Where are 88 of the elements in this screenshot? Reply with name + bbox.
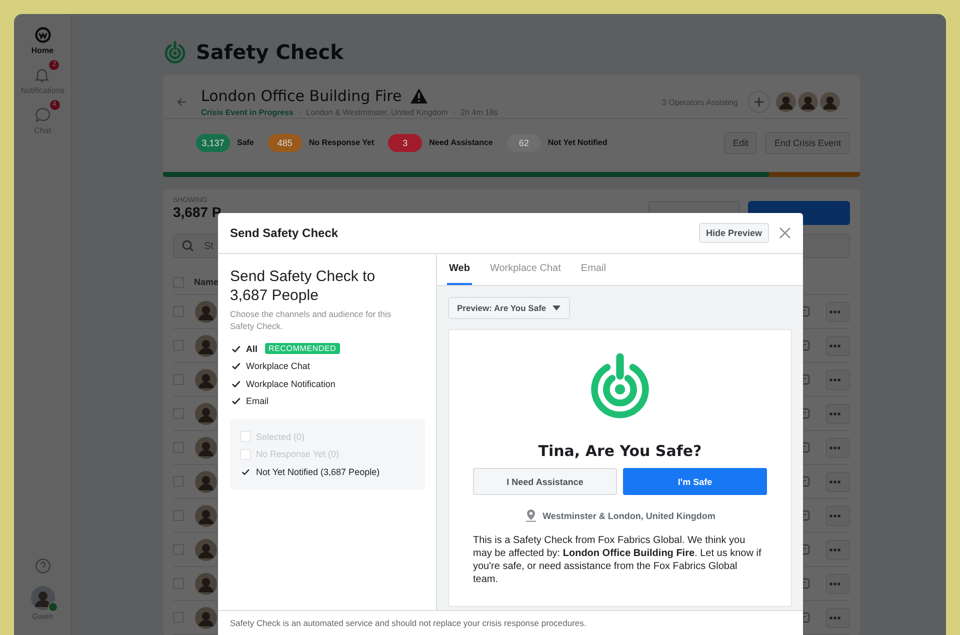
back-arrow-icon[interactable] (177, 97, 187, 107)
chat-bubble-icon (34, 106, 52, 124)
person-avatar (195, 436, 217, 458)
dialog-heading: Send Safety Check to 3,687 People (230, 267, 376, 305)
more-icon (828, 514, 840, 518)
operator-avatar (776, 92, 796, 112)
action-button[interactable]: End Crisis Event (765, 132, 850, 154)
add-icon[interactable] (748, 91, 770, 113)
separator-dot: · (452, 108, 456, 117)
page-title: Safety Check (196, 40, 344, 64)
more-icon (828, 412, 840, 416)
checkbox[interactable] (230, 378, 241, 390)
bell-icon (33, 66, 52, 84)
preview-location: Westminster & London, United Kingdom (542, 510, 716, 520)
people-count: 3,687 P (173, 204, 222, 220)
nav-item[interactable]: Home (20, 26, 64, 55)
checkbox-label: Not Yet Notified (3,687 People) (256, 466, 380, 477)
operator-avatar (798, 92, 818, 112)
tab[interactable]: Web (447, 254, 472, 285)
checkbox-label: Workplace Notification (246, 378, 336, 389)
operator-avatar (820, 92, 840, 112)
help-icon[interactable] (34, 558, 50, 574)
tab[interactable]: Email (578, 254, 608, 285)
count-pill: 62 (506, 134, 541, 152)
stat-label: Not Yet Notified (548, 138, 608, 147)
person-avatar (195, 504, 217, 526)
warning-icon (410, 88, 428, 104)
checkbox[interactable] (230, 343, 241, 354)
more-icon (828, 548, 840, 552)
stat-label: Safe (237, 138, 254, 147)
crisis-title: London Office Building Fire (201, 87, 402, 105)
dialog-footer-note: Safety Check is an automated service and should not replace your crisis response procedures. (230, 618, 586, 628)
checkbox[interactable] (230, 360, 241, 372)
workplace-logo-icon (34, 26, 52, 44)
assistance-button[interactable]: I Need Assistance (473, 468, 617, 495)
more-button[interactable] (826, 472, 850, 492)
location-pin-icon (524, 509, 537, 522)
safe-button[interactable]: I'm Safe (623, 468, 767, 495)
count-pill: 485 (268, 134, 302, 152)
stat-label: No Response Yet (308, 138, 374, 147)
more-icon (828, 310, 840, 314)
more-icon (828, 582, 840, 586)
more-icon (828, 378, 840, 382)
crisis-status: Crisis Event in Progress (201, 108, 294, 117)
more-button[interactable] (826, 574, 850, 594)
more-button[interactable] (826, 370, 850, 390)
tab[interactable]: Workplace Chat (488, 254, 563, 285)
count-pill: 3 (388, 134, 422, 152)
more-button[interactable] (826, 540, 850, 560)
search-icon (182, 240, 194, 252)
column-header: Name (194, 277, 219, 287)
person-avatar (195, 300, 217, 322)
action-button[interactable]: Edit (724, 132, 758, 154)
person-avatar (195, 470, 217, 492)
separator-dot: · (298, 108, 302, 117)
more-icon (828, 616, 840, 620)
safety-check-logo-icon (163, 40, 187, 64)
person-avatar (195, 572, 217, 594)
more-button[interactable] (826, 608, 850, 628)
preview-message: This is a Safety Check from Fox Fabrics Global. We think you may be affected by: London Office Building Fire. Let us know if you're safe, or need assistance from the Fox Fabrics Global team. (473, 534, 762, 586)
dialog-description: Choose the channels and audience for this Safety Check. (230, 308, 392, 332)
dialog-title: Send Safety Check (230, 226, 338, 240)
hide-preview-button[interactable]: Hide Preview (698, 223, 769, 243)
more-icon (828, 446, 840, 450)
close-icon[interactable] (779, 227, 791, 239)
checkbox-label: Workplace Chat (246, 361, 310, 372)
checkbox-label: Email (246, 396, 269, 406)
person-avatar (195, 606, 217, 628)
person-avatar (195, 334, 217, 356)
more-icon (828, 344, 840, 348)
recommended-badge: RECOMMENDED (264, 343, 340, 354)
count-pill: 3,137 (196, 134, 230, 152)
more-button[interactable] (826, 506, 850, 526)
user-avatar[interactable] (30, 586, 54, 610)
more-button[interactable] (826, 336, 850, 356)
person-avatar (195, 402, 217, 424)
more-icon (828, 480, 840, 484)
caret-icon (552, 305, 562, 311)
person-avatar (195, 368, 217, 390)
person-avatar (195, 538, 217, 560)
checkbox[interactable] (230, 396, 241, 407)
stat-label: Need Assistance (429, 138, 493, 147)
preview-dropdown[interactable]: Preview: Are You Safe (448, 297, 570, 319)
checkbox-label: All (246, 344, 258, 354)
preview-question: Tina, Are You Safe? (538, 442, 702, 460)
more-button[interactable] (826, 438, 850, 458)
more-button[interactable] (826, 302, 850, 322)
more-button[interactable] (826, 404, 850, 424)
